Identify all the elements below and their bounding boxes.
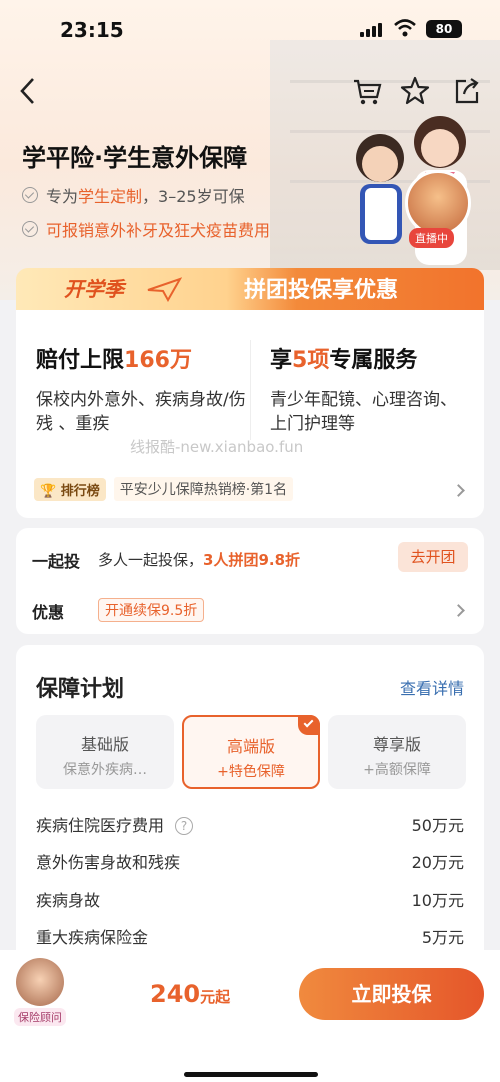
wifi-icon	[394, 19, 416, 37]
advisor-label: 保险顾问	[14, 1008, 66, 1026]
plan-name: 高端版	[226, 737, 275, 756]
title-text: 专属服务	[329, 348, 418, 373]
feature-highlight: 学生定制	[78, 187, 143, 206]
coverage-row: 疾病住院医疗费用 ? 50万元	[36, 812, 464, 836]
plan-card: 保障计划 查看详情 基础版 保意外疾病… 高端版 +特色保障 尊享版 +高额保障…	[16, 645, 484, 955]
group-discount: 3人拼团9.8折	[203, 551, 301, 569]
title-highlight: 166万	[124, 348, 192, 373]
feature-text: 专为	[46, 187, 79, 206]
promo-title: 拼团投保享优惠	[244, 278, 399, 303]
rank-badge-label: 排行榜	[60, 483, 100, 499]
buy-now-button[interactable]: 立即投保	[299, 968, 484, 1020]
live-badge-label: 直播中	[415, 232, 448, 245]
feature-reimburse: 可报销意外补牙及狂犬疫苗费用	[22, 217, 270, 241]
start-group-button[interactable]: 去开团	[398, 542, 468, 572]
plan-option-premium[interactable]: 高端版 +特色保障	[182, 715, 320, 789]
plan-name: 尊享版	[372, 735, 421, 754]
price: 240元起	[150, 980, 230, 1008]
coverage-value: 10万元	[411, 891, 464, 910]
discount-label: 优惠	[32, 603, 65, 622]
signal-icon	[360, 23, 386, 37]
feature-highlight: 可报销意外补牙及狂犬疫苗费用	[46, 221, 271, 240]
payout-limit-title: 赔付上限166万	[36, 342, 192, 374]
advisor-avatar	[16, 958, 64, 1006]
plan-option-basic[interactable]: 基础版 保意外疾病…	[36, 715, 174, 789]
coverage-value: 5万元	[421, 928, 464, 947]
payout-limit-desc: 保校内外意外、疾病身故/伤残 、重疾	[36, 390, 246, 434]
back-icon[interactable]	[18, 75, 38, 107]
check-circle-icon	[22, 221, 38, 237]
watermark-text: 线报酷-new.xianbao.fun	[130, 438, 304, 456]
coverage-value: 50万元	[411, 816, 464, 835]
rank-row[interactable]: 🏆 排行榜 平安少儿保障热销榜·第1名	[34, 477, 294, 501]
home-indicator	[184, 1072, 318, 1077]
promo-banner[interactable]: 开学季 拼团投保享优惠	[16, 268, 484, 310]
plan-desc: +高额保障	[363, 762, 431, 778]
title-text: 赔付上限	[36, 348, 125, 373]
bottom-action-bar: 保险顾问 240元起 立即投保	[0, 950, 500, 1082]
group-buy-card: 一起投 多人一起投保，3人拼团9.8折 去开团 优惠 开通续保9.5折	[16, 528, 484, 634]
coverage-value: 20万元	[411, 853, 464, 872]
services-title: 享5项专属服务	[270, 342, 417, 374]
chevron-right-icon[interactable]	[452, 604, 465, 617]
view-details-link[interactable]: 查看详情	[400, 675, 464, 699]
selected-check-icon	[298, 715, 320, 735]
coverage-label: 意外伤害身故和残疾	[36, 853, 181, 872]
coverage-summary-card: 赔付上限166万 保校内外意外、疾病身故/伤残 、重疾 享5项专属服务 青少年配…	[16, 310, 484, 518]
paper-plane-icon	[147, 277, 182, 302]
plan-desc: +特色保障	[217, 764, 285, 780]
insurance-advisor[interactable]: 保险顾问	[14, 958, 66, 1026]
coverage-label: 重大疾病保险金	[36, 928, 149, 947]
plan-name: 基础版	[80, 735, 129, 754]
divider	[250, 340, 251, 440]
plan-option-exclusive[interactable]: 尊享版 +高额保障	[328, 715, 466, 789]
group-desc: 多人一起投保，3人拼团9.8折	[98, 549, 300, 570]
product-title: 学平险·学生意外保障	[22, 144, 248, 172]
feature-age: 专为 学生定制 ，3–25岁可保	[22, 183, 245, 207]
live-badge: 直播中	[409, 228, 454, 248]
title-highlight: 5项	[292, 348, 330, 373]
rank-text: 平安少儿保障热销榜·第1名	[113, 477, 294, 501]
chevron-right-icon[interactable]	[452, 484, 465, 497]
plan-desc: 保意外疾病…	[63, 762, 147, 778]
clock: 23:15	[60, 18, 124, 42]
group-desc-text: 多人一起投保，	[98, 551, 204, 569]
help-icon[interactable]: ?	[175, 817, 194, 835]
title-text: 享	[270, 348, 293, 373]
services-desc: 青少年配镜、心理咨询、上门护理等	[270, 390, 457, 434]
coverage-label: 疾病身故	[36, 891, 101, 910]
status-bar: 23:15 80	[0, 0, 500, 60]
renewal-discount-tag: 开通续保9.5折	[98, 598, 205, 622]
streamer-avatar	[405, 170, 471, 236]
coverage-row: 重大疾病保险金 5万元	[36, 924, 464, 948]
price-unit: 元起	[200, 988, 231, 1006]
plan-section-title: 保障计划	[36, 677, 125, 702]
rank-badge: 🏆 排行榜	[34, 477, 106, 501]
group-label: 一起投	[32, 552, 81, 571]
check-circle-icon	[22, 187, 38, 203]
coverage-row: 意外伤害身故和残疾 20万元	[36, 849, 464, 873]
coverage-label: 疾病住院医疗费用	[36, 816, 165, 835]
battery-icon: 80	[426, 20, 462, 38]
promo-season: 开学季	[64, 277, 124, 301]
price-value: 240	[150, 980, 201, 1008]
coverage-row: 疾病身故 10万元	[36, 887, 464, 911]
feature-text: ，3–25岁可保	[142, 187, 245, 206]
live-stream-avatar[interactable]: 直播中	[405, 170, 477, 250]
